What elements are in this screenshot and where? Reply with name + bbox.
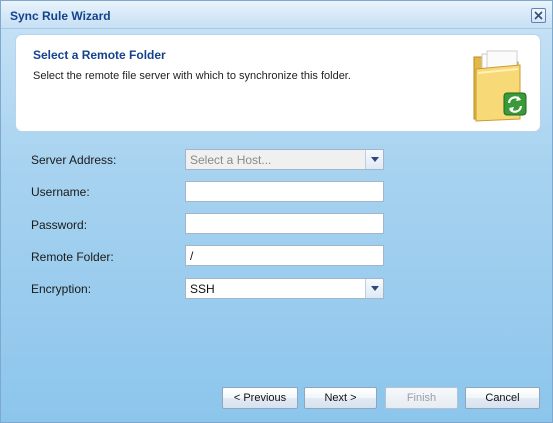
server-address-dropdown[interactable]: Select a Host... <box>185 149 384 170</box>
window-title: Sync Rule Wizard <box>10 9 111 23</box>
header-panel: Select a Remote Folder Select the remote… <box>15 34 541 132</box>
close-icon <box>534 11 543 20</box>
step-title: Select a Remote Folder <box>33 48 166 62</box>
encryption-label: Encryption: <box>31 282 92 296</box>
remote-folder-field[interactable] <box>185 245 384 266</box>
server-address-placeholder: Select a Host... <box>190 153 272 167</box>
sync-rule-wizard-window: Sync Rule Wizard Select a Remote Folder … <box>0 0 553 423</box>
username-label: Username: <box>31 185 90 199</box>
chevron-down-icon <box>371 286 379 291</box>
previous-button[interactable]: < Previous <box>222 387 298 409</box>
chevron-down-icon <box>371 157 379 162</box>
close-button[interactable] <box>531 8 546 23</box>
finish-button[interactable]: Finish <box>385 387 458 409</box>
server-address-label: Server Address: <box>31 153 117 167</box>
step-description: Select the remote file server with which… <box>33 70 351 82</box>
password-label: Password: <box>31 218 88 232</box>
folder-sync-icon <box>473 50 527 122</box>
remote-folder-label: Remote Folder: <box>31 250 114 264</box>
password-field[interactable] <box>185 213 384 234</box>
next-button[interactable]: Next > <box>304 387 377 409</box>
username-field[interactable] <box>185 181 384 202</box>
encryption-value: SSH <box>190 282 215 296</box>
cancel-button[interactable]: Cancel <box>465 387 540 409</box>
encryption-dropdown[interactable]: SSH <box>185 278 384 299</box>
server-address-dropdown-button[interactable] <box>365 150 383 169</box>
encryption-dropdown-button[interactable] <box>365 279 383 298</box>
title-bar: Sync Rule Wizard <box>1 1 552 29</box>
